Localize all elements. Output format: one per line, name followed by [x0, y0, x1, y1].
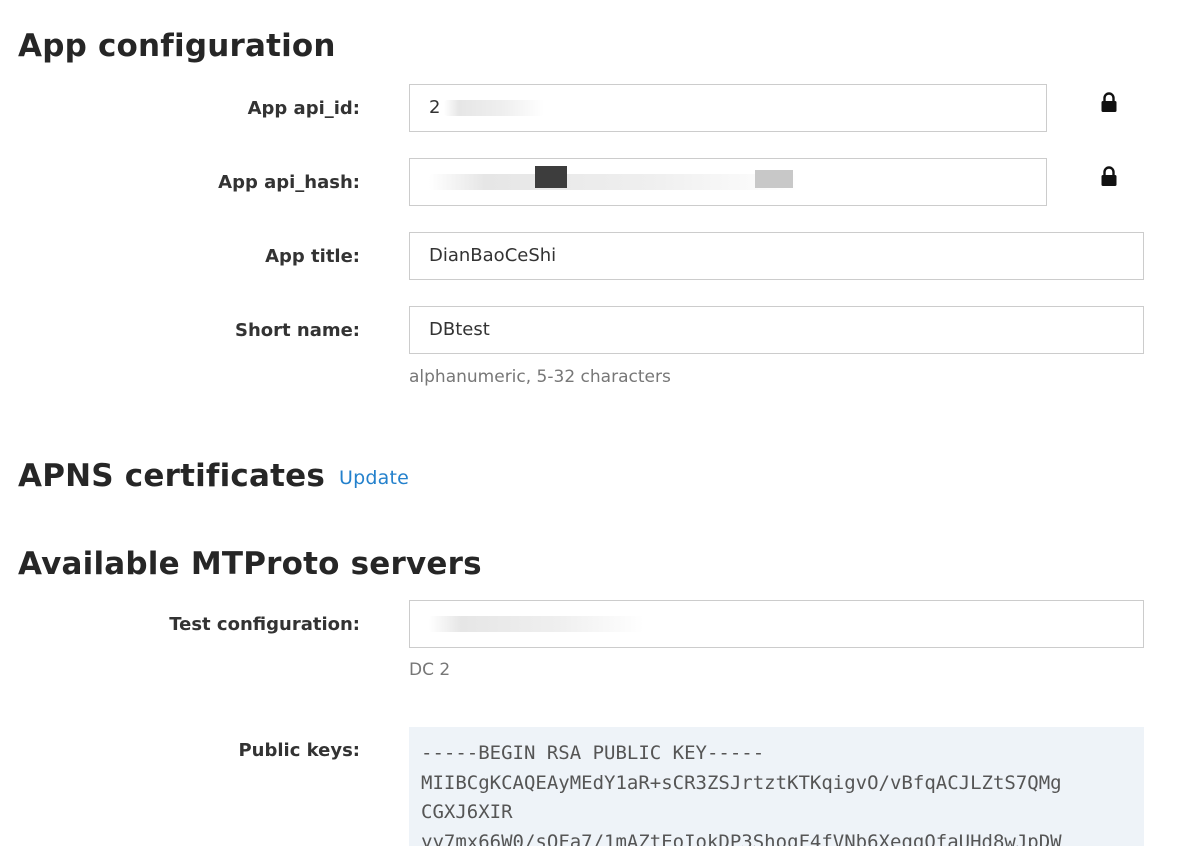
- api-hash-redaction: [429, 174, 799, 190]
- short-name-field[interactable]: DBtest: [409, 306, 1144, 354]
- test-configuration-redaction: [429, 616, 644, 632]
- test-configuration-label: Test configuration:: [169, 614, 360, 635]
- public-key-line: -----BEGIN RSA PUBLIC KEY-----: [421, 742, 765, 764]
- api-id-value: 2: [429, 97, 441, 118]
- short-name-hint: alphanumeric, 5-32 characters: [409, 367, 671, 387]
- test-configuration-hint: DC 2: [409, 660, 451, 680]
- lock-icon: [1101, 92, 1117, 112]
- mtproto-servers-title: Available MTProto servers: [18, 546, 482, 582]
- public-keys-label: Public keys:: [238, 740, 360, 761]
- api-hash-label: App api_hash:: [218, 172, 360, 193]
- api-id-redaction: [444, 100, 545, 116]
- public-keys-box[interactable]: -----BEGIN RSA PUBLIC KEY----- MIIBCgKCA…: [409, 727, 1144, 846]
- api-id-label: App api_id:: [247, 98, 360, 119]
- public-key-line: CGXJ6XIR: [421, 801, 513, 823]
- public-key-line: yy7mx66W0/sOFa7/1mAZtEoIokDP3ShoqF4fVNb6…: [421, 830, 1062, 846]
- apns-certificates-title: APNS certificates Update: [18, 458, 409, 494]
- update-link[interactable]: Update: [339, 467, 409, 489]
- short-name-label: Short name:: [234, 320, 360, 341]
- api-id-field[interactable]: 2: [409, 84, 1047, 132]
- public-key-line: MIIBCgKCAQEAyMEdY1aR+sCR3ZSJrtztKTKqigvO…: [421, 771, 1062, 794]
- api-hash-redaction-dark: [535, 166, 567, 188]
- apns-title-text: APNS certificates: [18, 458, 326, 494]
- api-hash-redaction-grey: [755, 170, 793, 188]
- test-configuration-field[interactable]: [409, 600, 1144, 648]
- lock-icon: [1101, 166, 1117, 186]
- api-hash-field[interactable]: [409, 158, 1047, 206]
- app-title-field[interactable]: DianBaoCeShi: [409, 232, 1144, 280]
- app-configuration-title: App configuration: [18, 28, 336, 64]
- app-title-label: App title:: [265, 246, 360, 267]
